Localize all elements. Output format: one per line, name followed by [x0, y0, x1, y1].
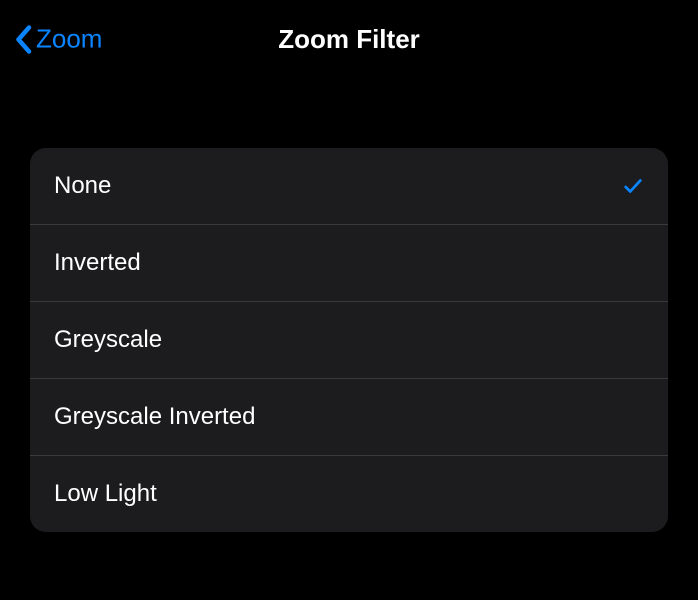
back-label: Zoom: [36, 24, 102, 55]
filter-option-label: Greyscale: [54, 326, 162, 354]
filter-option-none[interactable]: None: [30, 148, 668, 225]
filter-option-label: Greyscale Inverted: [54, 403, 255, 431]
page-title: Zoom Filter: [278, 24, 420, 55]
filter-option-label: None: [54, 172, 111, 200]
header: Zoom Zoom Filter: [0, 0, 698, 78]
back-button[interactable]: Zoom: [14, 24, 102, 55]
filter-option-label: Inverted: [54, 249, 141, 277]
checkmark-icon: [622, 175, 644, 197]
filter-option-low-light[interactable]: Low Light: [30, 456, 668, 532]
chevron-left-icon: [14, 24, 32, 54]
filter-option-greyscale[interactable]: Greyscale: [30, 302, 668, 379]
filter-option-label: Low Light: [54, 480, 157, 508]
filter-option-inverted[interactable]: Inverted: [30, 225, 668, 302]
filter-option-greyscale-inverted[interactable]: Greyscale Inverted: [30, 379, 668, 456]
filter-list: None Inverted Greyscale Greyscale Invert…: [30, 148, 668, 532]
